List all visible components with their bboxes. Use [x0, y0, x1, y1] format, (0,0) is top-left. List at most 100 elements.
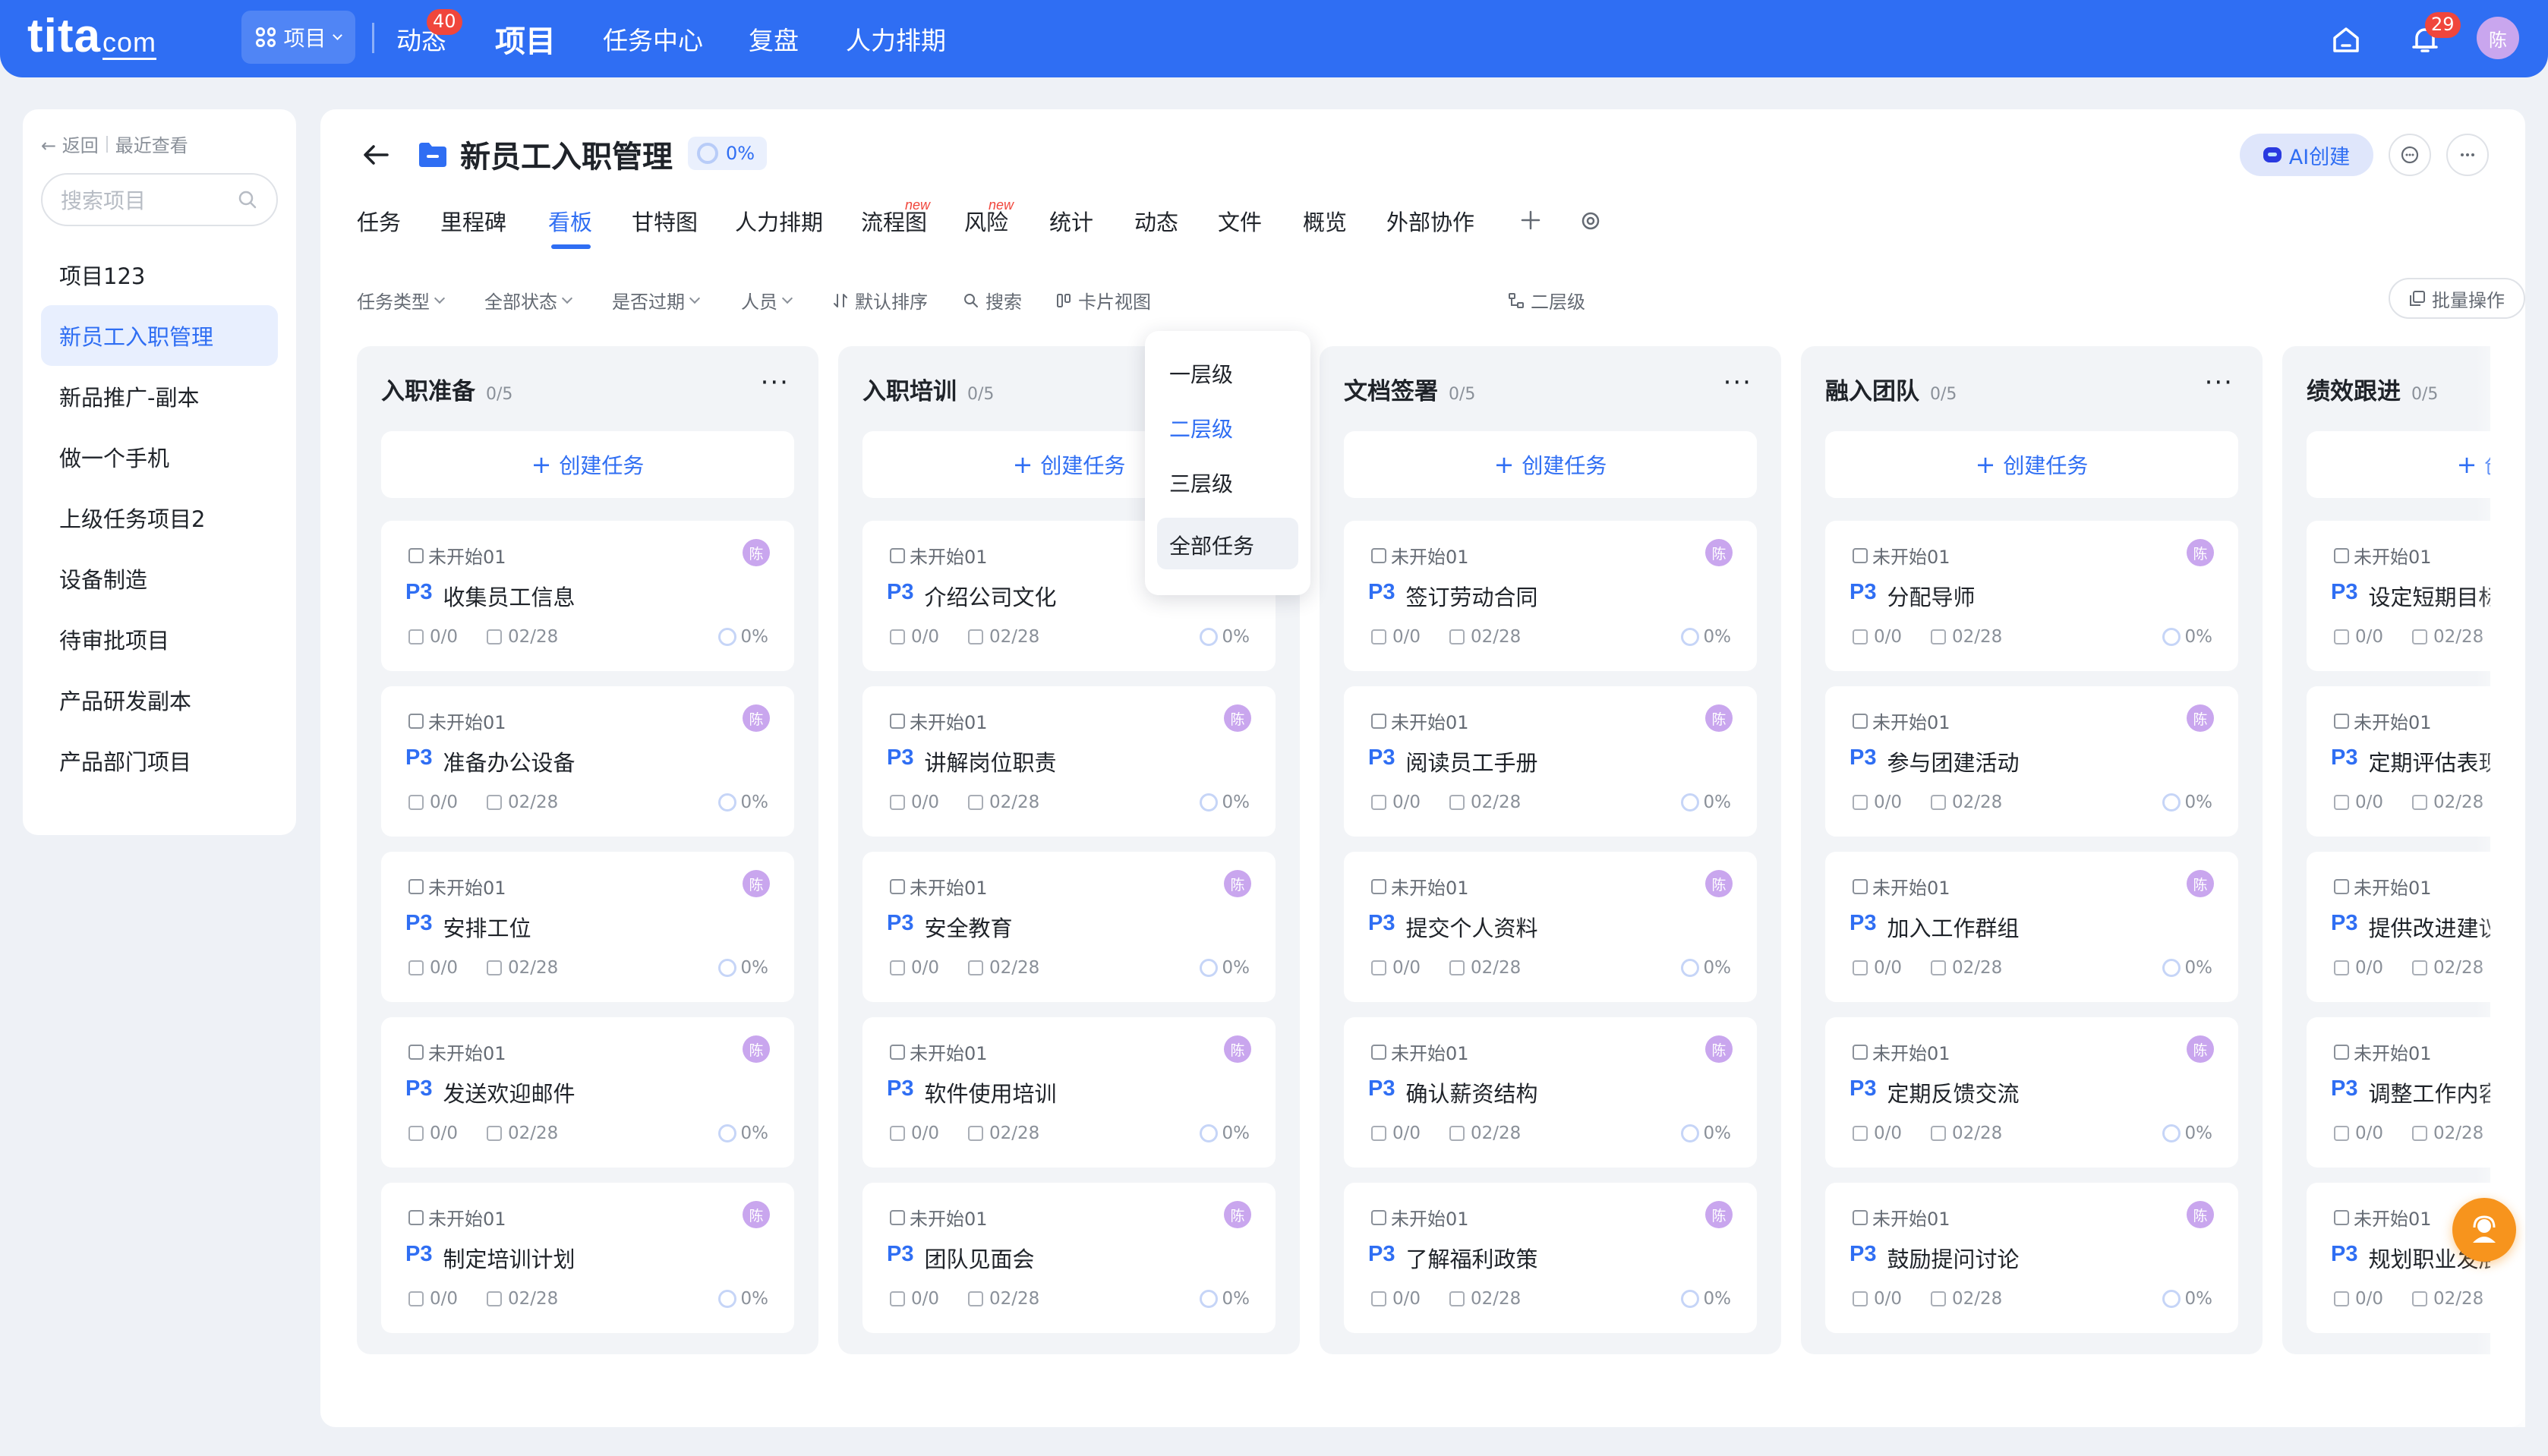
- sidebar-item-project-active[interactable]: 新员工入职管理: [41, 305, 278, 366]
- task-card[interactable]: 未开始01 陈 P3 收集员工信息 0/0 02/28 0%: [381, 521, 794, 671]
- task-status[interactable]: 未开始01: [1371, 1204, 1469, 1231]
- assignee-avatar[interactable]: 陈: [743, 870, 770, 897]
- task-card[interactable]: 未开始01 陈 P3 确认薪资结构 0/0 02/28 0%: [1344, 1017, 1757, 1168]
- assignee-avatar[interactable]: 陈: [2187, 1201, 2214, 1228]
- tab-statistics[interactable]: 统计: [1049, 205, 1093, 237]
- level-option-all[interactable]: 全部任务: [1169, 530, 1254, 560]
- sidebar-item-project[interactable]: 上级任务项目2: [41, 487, 278, 548]
- task-card[interactable]: 未开始01陈P3设定短期目标0/002/280%: [2307, 521, 2490, 671]
- task-card[interactable]: 未开始01 陈 P3 讲解岗位职责 0/0 02/28 0%: [862, 686, 1276, 837]
- level-option-second[interactable]: 二层级: [1169, 413, 1233, 443]
- project-switcher[interactable]: 项目: [241, 11, 355, 64]
- assignee-avatar[interactable]: 陈: [1224, 870, 1251, 897]
- column-more-icon[interactable]: ···: [1723, 370, 1752, 396]
- assignee-avatar[interactable]: 陈: [743, 1035, 770, 1063]
- column-more-icon[interactable]: ···: [2205, 370, 2234, 396]
- tita-logo[interactable]: titacom: [27, 9, 157, 63]
- sidebar-item-project[interactable]: 新品推广-副本: [41, 366, 278, 427]
- nav-item-task-center[interactable]: 任务中心: [603, 0, 703, 77]
- task-card[interactable]: 未开始01 陈 P3 定期反馈交流 0/0 02/28 0%: [1825, 1017, 2238, 1168]
- task-status[interactable]: 未开始01: [2334, 708, 2432, 734]
- task-status[interactable]: 未开始01: [890, 542, 988, 569]
- task-status[interactable]: 未开始01: [2334, 542, 2432, 569]
- more-options-button[interactable]: [2446, 134, 2489, 176]
- create-task-button[interactable]: +创建任务: [2307, 431, 2490, 498]
- task-status[interactable]: 未开始01: [1853, 708, 1950, 734]
- nav-item-resource-schedule[interactable]: 人力排期: [846, 0, 946, 77]
- task-card[interactable]: 未开始01 陈 P3 团队见面会 0/0 02/28 0%: [862, 1183, 1276, 1333]
- task-status[interactable]: 未开始01: [408, 1204, 506, 1231]
- home-icon[interactable]: [2329, 23, 2363, 56]
- task-status[interactable]: 未开始01: [2334, 1038, 2432, 1065]
- assignee-avatar[interactable]: 陈: [743, 704, 770, 732]
- comment-button[interactable]: [2389, 134, 2431, 176]
- level-selector[interactable]: 二层级: [1508, 287, 1585, 314]
- people-filter[interactable]: 人员: [741, 287, 793, 314]
- sidebar-item-project[interactable]: 做一个手机: [41, 427, 278, 487]
- user-avatar[interactable]: 陈: [2477, 17, 2519, 59]
- create-task-button[interactable]: +创建任务: [1344, 431, 1757, 498]
- back-link[interactable]: ← 返回: [41, 131, 99, 157]
- tab-gantt[interactable]: 甘特图: [632, 205, 698, 237]
- task-status[interactable]: 未开始01: [1853, 873, 1950, 900]
- task-status[interactable]: 未开始01: [408, 1038, 506, 1065]
- task-card[interactable]: 未开始01陈P3调整工作内容0/002/280%: [2307, 1017, 2490, 1168]
- tab-resource-schedule[interactable]: 人力排期: [735, 205, 823, 237]
- task-card[interactable]: 未开始01 陈 P3 发送欢迎邮件 0/0 02/28 0%: [381, 1017, 794, 1168]
- task-status[interactable]: 未开始01: [2334, 873, 2432, 900]
- sidebar-item-project[interactable]: 待审批项目: [41, 609, 278, 670]
- assignee-avatar[interactable]: 陈: [1224, 1201, 1251, 1228]
- assignee-avatar[interactable]: 陈: [2187, 1035, 2214, 1063]
- task-card[interactable]: 未开始01陈P3定期评估表现0/002/280%: [2307, 686, 2490, 837]
- task-status[interactable]: 未开始01: [1371, 542, 1469, 569]
- sidebar-item-project[interactable]: 产品研发副本: [41, 670, 278, 730]
- plus-icon[interactable]: [1518, 208, 1543, 232]
- status-filter[interactable]: 全部状态: [484, 287, 573, 314]
- tab-overview[interactable]: 概览: [1303, 205, 1347, 237]
- assignee-avatar[interactable]: 陈: [743, 1201, 770, 1228]
- task-status[interactable]: 未开始01: [890, 1038, 988, 1065]
- level-option-first[interactable]: 一层级: [1169, 358, 1233, 389]
- sort-button[interactable]: 默认排序: [832, 287, 928, 314]
- task-status[interactable]: 未开始01: [1371, 708, 1469, 734]
- task-status[interactable]: 未开始01: [1853, 1038, 1950, 1065]
- task-card[interactable]: 未开始01 陈 P3 安全教育 0/0 02/28 0%: [862, 852, 1276, 1002]
- settings-icon[interactable]: [1579, 210, 1602, 232]
- batch-operation-button[interactable]: 批量操作: [2389, 278, 2525, 319]
- nav-item-project[interactable]: 项目: [495, 0, 556, 77]
- tab-tasks[interactable]: 任务: [357, 205, 401, 237]
- assignee-avatar[interactable]: 陈: [743, 539, 770, 566]
- project-search-input[interactable]: 搜索项目: [41, 173, 278, 226]
- assignee-avatar[interactable]: 陈: [2187, 539, 2214, 566]
- level-option-third[interactable]: 三层级: [1169, 468, 1233, 498]
- assignee-avatar[interactable]: 陈: [1705, 870, 1733, 897]
- assignee-avatar[interactable]: 陈: [1224, 704, 1251, 732]
- task-type-filter[interactable]: 任务类型: [357, 287, 446, 314]
- create-task-button[interactable]: +创建任务: [381, 431, 794, 498]
- task-card[interactable]: 未开始01 陈 P3 制定培训计划 0/0 02/28 0%: [381, 1183, 794, 1333]
- assignee-avatar[interactable]: 陈: [1705, 1201, 1733, 1228]
- overdue-filter[interactable]: 是否过期: [612, 287, 701, 314]
- task-status[interactable]: 未开始01: [1371, 873, 1469, 900]
- ai-create-button[interactable]: AI创建: [2240, 134, 2373, 176]
- assignee-avatar[interactable]: 陈: [2187, 870, 2214, 897]
- task-status[interactable]: 未开始01: [408, 708, 506, 734]
- task-card[interactable]: 未开始01 陈 P3 安排工位 0/0 02/28 0%: [381, 852, 794, 1002]
- create-task-button[interactable]: +创建任务: [1825, 431, 2238, 498]
- task-card[interactable]: 未开始01 陈 P3 提交个人资料 0/0 02/28 0%: [1344, 852, 1757, 1002]
- tab-milestones[interactable]: 里程碑: [440, 205, 506, 237]
- tab-activity[interactable]: 动态: [1134, 205, 1178, 237]
- sidebar-item-project[interactable]: 项目123: [41, 244, 278, 305]
- nav-item-review[interactable]: 复盘: [749, 0, 799, 77]
- back-arrow-icon[interactable]: [360, 138, 393, 172]
- recent-viewed-link[interactable]: 最近查看: [115, 131, 188, 157]
- column-more-icon[interactable]: ···: [761, 370, 790, 396]
- task-card[interactable]: 未开始01 陈 P3 鼓励提问讨论 0/0 02/28 0%: [1825, 1183, 2238, 1333]
- assignee-avatar[interactable]: 陈: [1705, 539, 1733, 566]
- task-status[interactable]: 未开始01: [1853, 542, 1950, 569]
- assignee-avatar[interactable]: 陈: [1224, 1035, 1251, 1063]
- sidebar-item-project[interactable]: 设备制造: [41, 548, 278, 609]
- task-card[interactable]: 未开始01 陈 P3 分配导师 0/0 02/28 0%: [1825, 521, 2238, 671]
- tab-files[interactable]: 文件: [1218, 205, 1262, 237]
- task-card[interactable]: 未开始01陈P3提供改进建议0/002/280%: [2307, 852, 2490, 1002]
